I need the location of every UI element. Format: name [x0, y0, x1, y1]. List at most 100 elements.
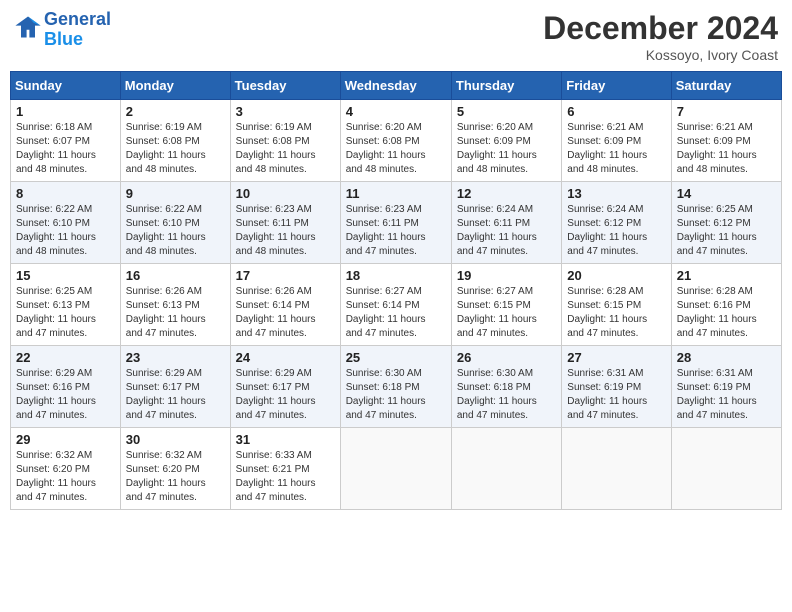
day-info: Sunrise: 6:30 AM Sunset: 6:18 PM Dayligh… — [457, 367, 556, 423]
day-info: Sunrise: 6:21 AM Sunset: 6:09 PM Dayligh… — [567, 121, 665, 177]
day-info: Sunrise: 6:32 AM Sunset: 6:20 PM Dayligh… — [16, 449, 115, 505]
day-info: Sunrise: 6:25 AM Sunset: 6:12 PM Dayligh… — [677, 203, 776, 259]
day-number: 10 — [236, 186, 335, 201]
day-number: 7 — [677, 104, 776, 119]
day-number: 16 — [126, 268, 225, 283]
calendar-day-cell — [340, 428, 451, 510]
calendar-day-header: Friday — [562, 72, 671, 100]
day-info: Sunrise: 6:22 AM Sunset: 6:10 PM Dayligh… — [126, 203, 225, 259]
calendar-day-cell: 14 Sunrise: 6:25 AM Sunset: 6:12 PM Dayli… — [671, 182, 781, 264]
day-number: 1 — [16, 104, 115, 119]
calendar-day-cell — [562, 428, 671, 510]
calendar-day-cell: 30 Sunrise: 6:32 AM Sunset: 6:20 PM Dayli… — [120, 428, 230, 510]
calendar-day-cell: 10Sunrise: 6:23 AM Sunset: 6:11 PM Dayli… — [230, 182, 340, 264]
calendar-day-cell: 22Sunrise: 6:29 AM Sunset: 6:16 PM Dayli… — [11, 346, 121, 428]
calendar-day-cell — [451, 428, 561, 510]
calendar-day-cell: 1Sunrise: 6:18 AM Sunset: 6:07 PM Daylig… — [11, 100, 121, 182]
day-number: 29 — [16, 432, 115, 447]
day-info: Sunrise: 6:28 AM Sunset: 6:16 PM Dayligh… — [677, 285, 776, 341]
day-number: 4 — [346, 104, 446, 119]
day-number: 23 — [126, 350, 225, 365]
day-info: Sunrise: 6:24 AM Sunset: 6:12 PM Dayligh… — [567, 203, 665, 259]
calendar-day-cell: 23 Sunrise: 6:29 AM Sunset: 6:17 PM Dayli… — [120, 346, 230, 428]
day-number: 24 — [236, 350, 335, 365]
day-info: Sunrise: 6:19 AM Sunset: 6:08 PM Dayligh… — [126, 121, 225, 177]
calendar-day-cell: 27Sunrise: 6:31 AM Sunset: 6:19 PM Dayli… — [562, 346, 671, 428]
calendar-day-cell: 7 Sunrise: 6:21 AM Sunset: 6:09 PM Daylig… — [671, 100, 781, 182]
calendar-day-cell: 8Sunrise: 6:22 AM Sunset: 6:10 PM Daylig… — [11, 182, 121, 264]
calendar-day-cell: 9 Sunrise: 6:22 AM Sunset: 6:10 PM Daylig… — [120, 182, 230, 264]
calendar-day-cell: 21 Sunrise: 6:28 AM Sunset: 6:16 PM Dayli… — [671, 264, 781, 346]
day-number: 21 — [677, 268, 776, 283]
day-number: 25 — [346, 350, 446, 365]
day-number: 30 — [126, 432, 225, 447]
calendar-day-cell: 20 Sunrise: 6:28 AM Sunset: 6:15 PM Dayli… — [562, 264, 671, 346]
day-number: 2 — [126, 104, 225, 119]
day-number: 14 — [677, 186, 776, 201]
day-number: 15 — [16, 268, 115, 283]
calendar-day-cell: 17 Sunrise: 6:26 AM Sunset: 6:14 PM Dayli… — [230, 264, 340, 346]
calendar-day-cell — [671, 428, 781, 510]
calendar-day-cell: 3 Sunrise: 6:19 AM Sunset: 6:08 PM Daylig… — [230, 100, 340, 182]
day-info: Sunrise: 6:29 AM Sunset: 6:17 PM Dayligh… — [236, 367, 335, 423]
calendar-week-row: 22Sunrise: 6:29 AM Sunset: 6:16 PM Dayli… — [11, 346, 782, 428]
day-info: Sunrise: 6:27 AM Sunset: 6:14 PM Dayligh… — [346, 285, 446, 341]
day-info: Sunrise: 6:25 AM Sunset: 6:13 PM Dayligh… — [16, 285, 115, 341]
day-info: Sunrise: 6:19 AM Sunset: 6:08 PM Dayligh… — [236, 121, 335, 177]
calendar-day-cell: 19Sunrise: 6:27 AM Sunset: 6:15 PM Dayli… — [451, 264, 561, 346]
day-number: 19 — [457, 268, 556, 283]
calendar-day-cell: 18 Sunrise: 6:27 AM Sunset: 6:14 PM Dayli… — [340, 264, 451, 346]
logo-icon — [14, 13, 42, 41]
calendar-day-cell: 2 Sunrise: 6:19 AM Sunset: 6:08 PM Daylig… — [120, 100, 230, 182]
day-info: Sunrise: 6:29 AM Sunset: 6:17 PM Dayligh… — [126, 367, 225, 423]
calendar-day-cell: 4Sunrise: 6:20 AM Sunset: 6:08 PM Daylig… — [340, 100, 451, 182]
calendar-day-cell: 15 Sunrise: 6:25 AM Sunset: 6:13 PM Dayli… — [11, 264, 121, 346]
day-number: 3 — [236, 104, 335, 119]
day-info: Sunrise: 6:30 AM Sunset: 6:18 PM Dayligh… — [346, 367, 446, 423]
logo-text: GeneralBlue — [44, 10, 111, 50]
day-number: 6 — [567, 104, 665, 119]
day-info: Sunrise: 6:28 AM Sunset: 6:15 PM Dayligh… — [567, 285, 665, 341]
month-title: December 2024 — [543, 10, 778, 47]
day-number: 31 — [236, 432, 335, 447]
day-info: Sunrise: 6:31 AM Sunset: 6:19 PM Dayligh… — [677, 367, 776, 423]
calendar-day-cell: 6 Sunrise: 6:21 AM Sunset: 6:09 PM Daylig… — [562, 100, 671, 182]
calendar-day-cell: 13Sunrise: 6:24 AM Sunset: 6:12 PM Dayli… — [562, 182, 671, 264]
day-info: Sunrise: 6:26 AM Sunset: 6:14 PM Dayligh… — [236, 285, 335, 341]
day-number: 5 — [457, 104, 556, 119]
calendar-day-header: Thursday — [451, 72, 561, 100]
page-header: GeneralBlue December 2024 Kossoyo, Ivory… — [10, 10, 782, 63]
calendar-day-cell: 24 Sunrise: 6:29 AM Sunset: 6:17 PM Dayli… — [230, 346, 340, 428]
calendar-day-cell: 11 Sunrise: 6:23 AM Sunset: 6:11 PM Dayli… — [340, 182, 451, 264]
day-number: 9 — [126, 186, 225, 201]
day-number: 26 — [457, 350, 556, 365]
calendar-day-cell: 25 Sunrise: 6:30 AM Sunset: 6:18 PM Dayli… — [340, 346, 451, 428]
day-info: Sunrise: 6:24 AM Sunset: 6:11 PM Dayligh… — [457, 203, 556, 259]
calendar-day-header: Sunday — [11, 72, 121, 100]
calendar-week-row: 15 Sunrise: 6:25 AM Sunset: 6:13 PM Dayli… — [11, 264, 782, 346]
calendar-day-header: Tuesday — [230, 72, 340, 100]
day-info: Sunrise: 6:20 AM Sunset: 6:09 PM Dayligh… — [457, 121, 556, 177]
calendar-day-cell: 26 Sunrise: 6:30 AM Sunset: 6:18 PM Dayli… — [451, 346, 561, 428]
day-number: 11 — [346, 186, 446, 201]
calendar-table: SundayMondayTuesdayWednesdayThursdayFrid… — [10, 71, 782, 510]
day-number: 18 — [346, 268, 446, 283]
day-info: Sunrise: 6:23 AM Sunset: 6:11 PM Dayligh… — [346, 203, 446, 259]
day-info: Sunrise: 6:29 AM Sunset: 6:16 PM Dayligh… — [16, 367, 115, 423]
location-title: Kossoyo, Ivory Coast — [543, 47, 778, 63]
calendar-day-cell: 28 Sunrise: 6:31 AM Sunset: 6:19 PM Dayli… — [671, 346, 781, 428]
calendar-week-row: 1Sunrise: 6:18 AM Sunset: 6:07 PM Daylig… — [11, 100, 782, 182]
day-info: Sunrise: 6:32 AM Sunset: 6:20 PM Dayligh… — [126, 449, 225, 505]
calendar-day-header: Saturday — [671, 72, 781, 100]
day-number: 8 — [16, 186, 115, 201]
calendar-day-cell: 29 Sunrise: 6:32 AM Sunset: 6:20 PM Dayli… — [11, 428, 121, 510]
day-info: Sunrise: 6:21 AM Sunset: 6:09 PM Dayligh… — [677, 121, 776, 177]
day-number: 28 — [677, 350, 776, 365]
calendar-day-cell: 31Sunrise: 6:33 AM Sunset: 6:21 PM Dayli… — [230, 428, 340, 510]
calendar-week-row: 29 Sunrise: 6:32 AM Sunset: 6:20 PM Dayli… — [11, 428, 782, 510]
day-info: Sunrise: 6:26 AM Sunset: 6:13 PM Dayligh… — [126, 285, 225, 341]
day-number: 20 — [567, 268, 665, 283]
calendar-day-header: Monday — [120, 72, 230, 100]
calendar-body: 1Sunrise: 6:18 AM Sunset: 6:07 PM Daylig… — [11, 100, 782, 510]
day-number: 17 — [236, 268, 335, 283]
